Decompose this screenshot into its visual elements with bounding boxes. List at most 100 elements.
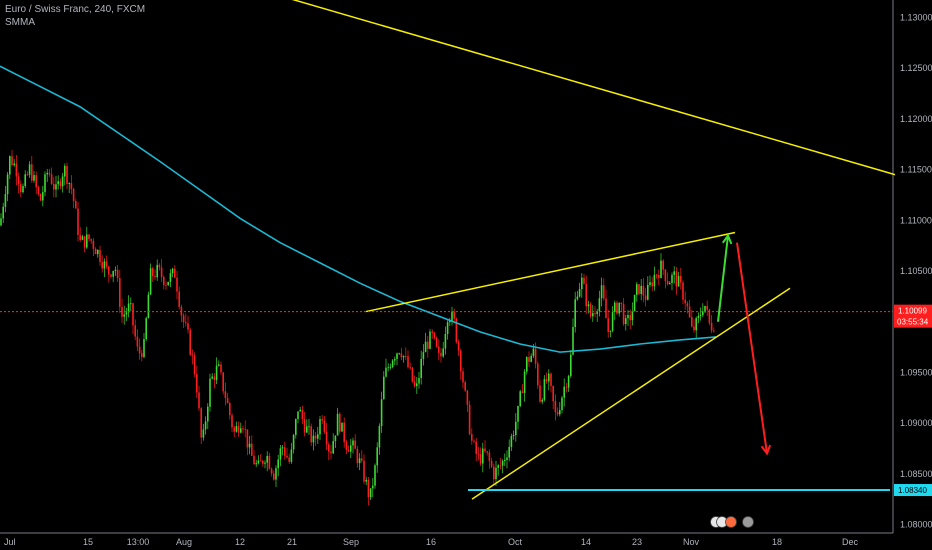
candle-up (508, 446, 510, 458)
candle-up (156, 264, 158, 278)
candle-down (268, 456, 271, 469)
candle-down (499, 465, 502, 467)
candle-down (35, 175, 37, 188)
candle-down (468, 404, 471, 435)
candle-down (270, 468, 273, 474)
candle-down (550, 373, 552, 386)
indicator-label[interactable]: SMMA (5, 17, 35, 28)
candle-down (440, 352, 442, 357)
candle-up (548, 373, 550, 382)
price-tick-label: 1.09000 (900, 418, 932, 428)
candle-down (554, 401, 557, 413)
candle-up (543, 379, 546, 400)
candle-down (453, 311, 455, 319)
price-tick-label: 1.08500 (900, 469, 932, 479)
candle-up (28, 164, 31, 175)
candle-up (290, 449, 293, 462)
candle-up (319, 419, 321, 435)
candle-down (407, 356, 409, 368)
candle-up (611, 311, 614, 331)
candle-up (559, 410, 561, 415)
candle-up (68, 183, 70, 184)
candle-down (92, 240, 95, 249)
candle-down (37, 187, 40, 195)
candle-up (46, 172, 48, 175)
event-icons[interactable] (710, 516, 754, 528)
candle-down (246, 429, 249, 448)
time-tick-label: Dec (842, 537, 859, 547)
candle-down (330, 451, 332, 454)
candle-down (90, 239, 92, 241)
candle-up (442, 348, 444, 357)
candle-up (295, 419, 297, 435)
candle-up (125, 312, 128, 315)
candle-down (680, 276, 682, 283)
candle-down (488, 452, 491, 461)
candle-down (15, 163, 18, 177)
candle-down (288, 457, 290, 462)
candle-down (259, 460, 262, 462)
candle-up (123, 314, 125, 317)
candle-up (235, 426, 238, 432)
candle-up (633, 294, 636, 312)
candle-down (160, 267, 163, 277)
candle-down (556, 412, 559, 415)
candle-up (169, 273, 172, 282)
candle-up (365, 479, 367, 482)
candle-down (537, 363, 539, 386)
candle-up (64, 165, 66, 177)
time-tick-label: 15 (83, 537, 93, 547)
candle-down (603, 285, 605, 299)
candle-down (244, 429, 246, 430)
candle-down (20, 184, 22, 193)
candle-down (405, 356, 407, 357)
candle-up (81, 236, 84, 240)
candle-down (328, 444, 330, 452)
candle-up (97, 249, 99, 255)
candle-down (198, 392, 200, 409)
candle-down (132, 303, 134, 326)
candle-down (48, 172, 51, 175)
candle-up (636, 284, 638, 295)
candle-up (0, 218, 2, 226)
candle-down (339, 413, 341, 432)
candle-up (127, 303, 130, 313)
candle-up (4, 194, 7, 207)
candle-up (257, 460, 260, 464)
candle-up (576, 296, 579, 300)
candle-down (343, 422, 345, 443)
candle-up (387, 367, 389, 369)
candle-down (163, 276, 165, 286)
candle-up (358, 458, 361, 464)
candle-up (372, 485, 374, 489)
candle-down (314, 435, 317, 439)
candle-down (242, 428, 244, 430)
candle-up (424, 341, 427, 353)
candle-down (464, 382, 466, 391)
candle-up (266, 456, 268, 463)
event-icon[interactable] (725, 516, 737, 528)
candle-down (585, 283, 587, 307)
candle-down (642, 285, 645, 296)
candle-down (88, 234, 90, 240)
candle-down (39, 194, 42, 201)
candle-down (224, 391, 227, 398)
candle-up (350, 445, 352, 452)
candle-up (369, 488, 372, 498)
candle-up (277, 459, 279, 469)
candle-down (273, 473, 275, 480)
candle-down (134, 325, 136, 337)
chart-background (0, 0, 932, 550)
candle-down (565, 386, 568, 388)
candle-up (147, 294, 150, 319)
candle-down (325, 431, 328, 445)
price-tick-label: 1.13000 (900, 13, 932, 23)
candle-up (530, 355, 532, 362)
candle-down (158, 264, 161, 268)
candle-down (301, 409, 304, 420)
price-chart[interactable]: 1.13000 1.12500 1.12000 1.11500 1.11000 1.105… (0, 0, 932, 550)
candle-down (191, 354, 194, 356)
candle-up (402, 356, 405, 358)
candle-down (479, 454, 482, 464)
event-icon[interactable] (742, 516, 754, 528)
